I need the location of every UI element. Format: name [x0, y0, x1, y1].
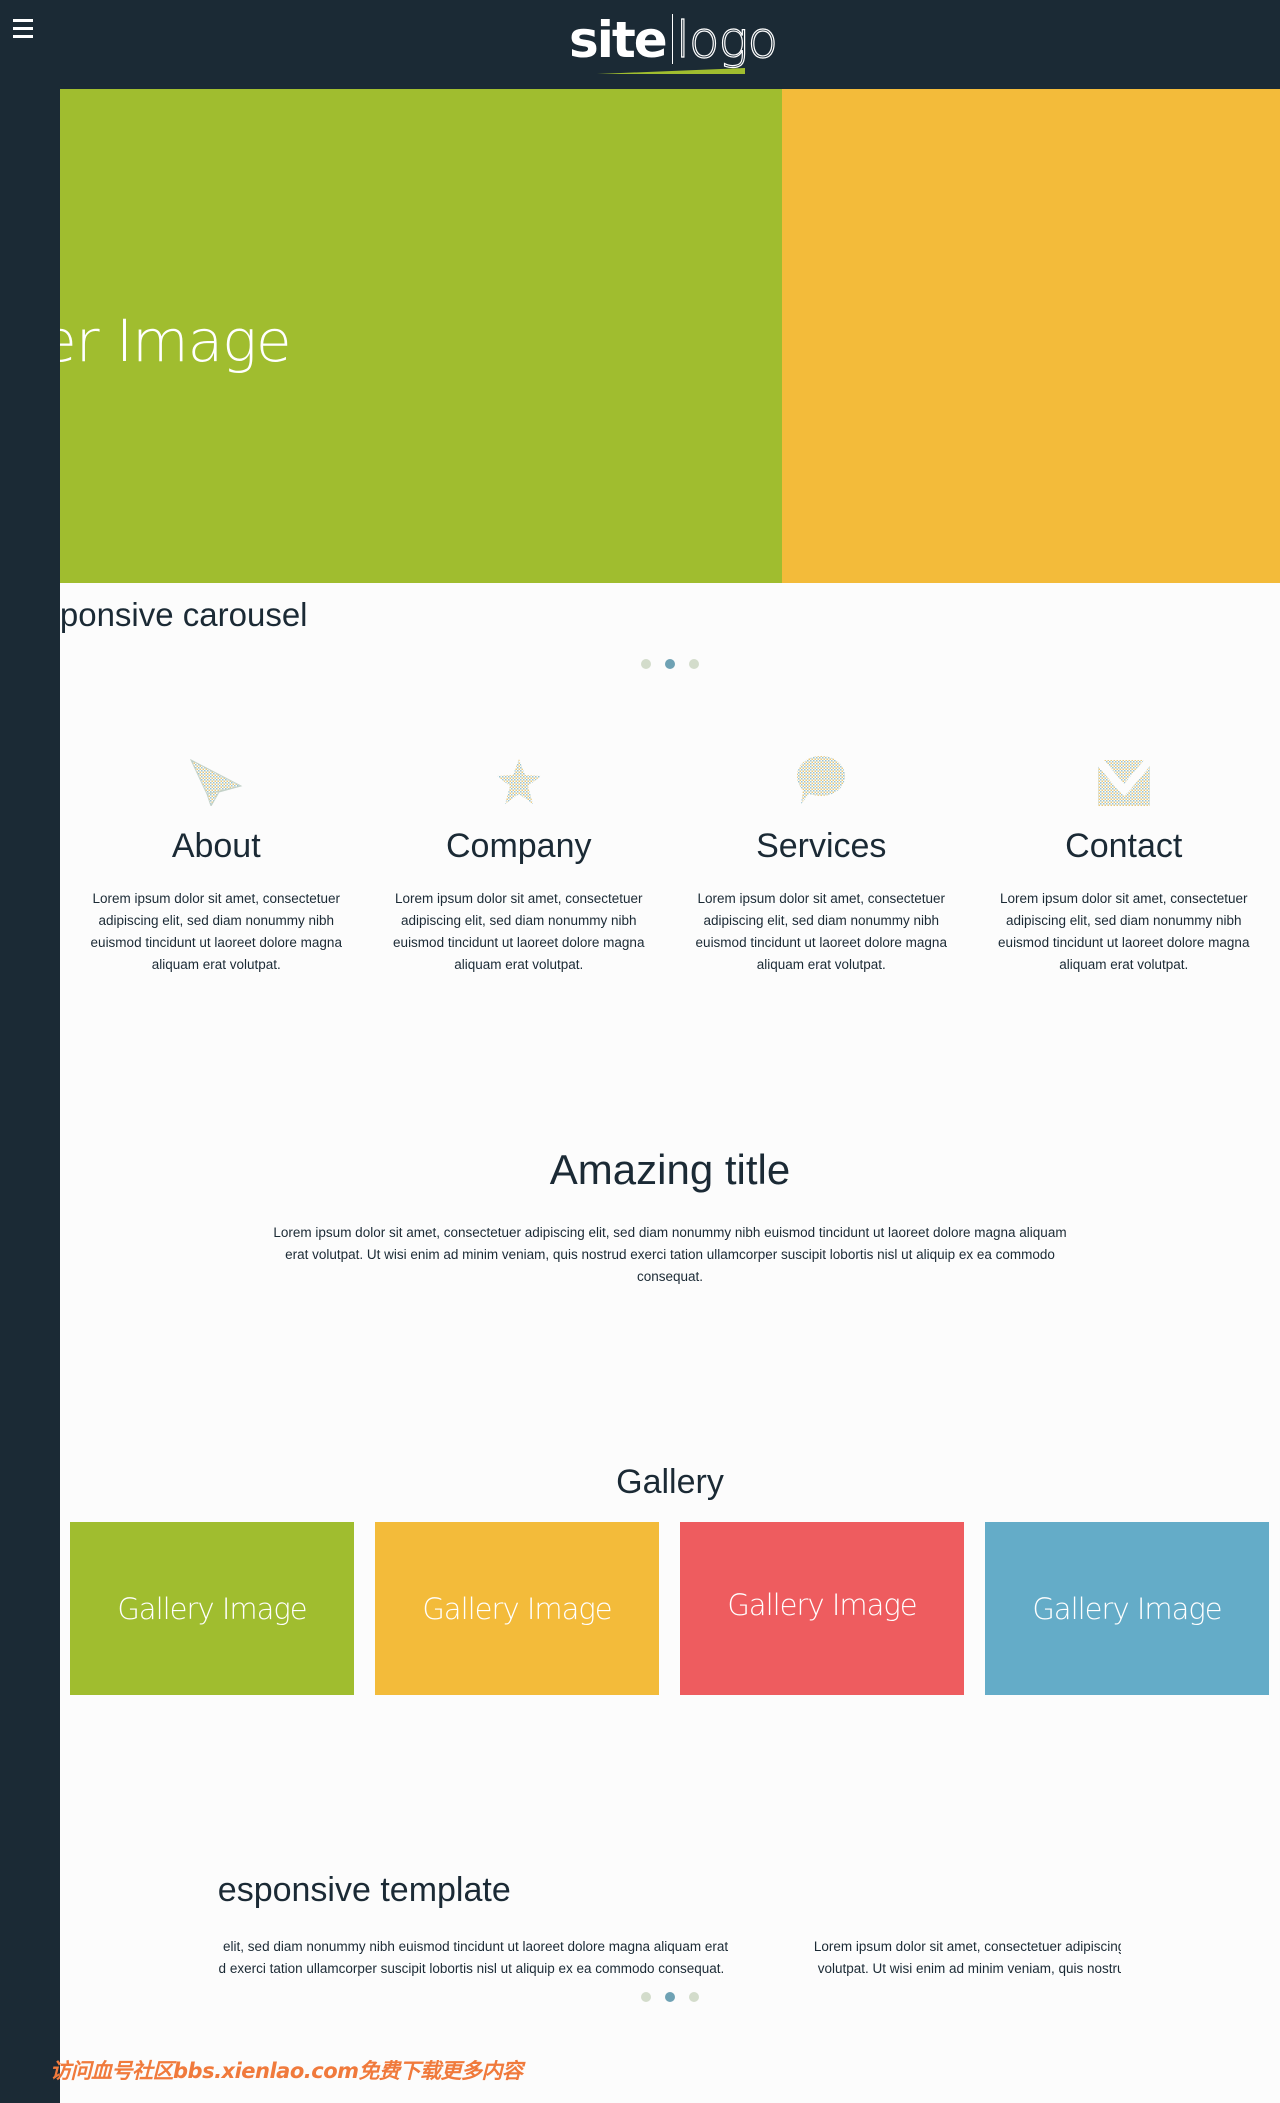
- logo-bold-text: site: [569, 11, 668, 69]
- testimonial-slide: Fully responsive template Lorem ipsum do…: [219, 1860, 771, 1980]
- testimonial-slide: Responsive Lorem ipsum dolor sit amet, c…: [771, 1860, 1121, 1980]
- feature-text: Lorem ipsum dolor sit amet, consectetuer…: [695, 891, 947, 972]
- gallery-grid: Gallery Image Gallery Image Gallery Imag…: [70, 1522, 1269, 1695]
- hero-slide: Header Image: [60, 89, 782, 583]
- hero-captions: Amazing responsive carousel Fully respon…: [60, 583, 1280, 653]
- hero-pagination: [641, 659, 699, 669]
- hero-track: Header Image Header Image: [60, 89, 1280, 583]
- feature-services: Services Lorem ipsum dolor sit amet, con…: [670, 750, 973, 976]
- watermark-text: 访问血号社区bbs.xienlao.com免费下载更多内容: [50, 2059, 523, 2083]
- feature-text: Lorem ipsum dolor sit amet, consectetuer…: [393, 891, 645, 972]
- carousel-dot[interactable]: [689, 1992, 699, 2002]
- sidebar: [0, 0, 60, 2103]
- feature-text: Lorem ipsum dolor sit amet, consectetuer…: [90, 891, 342, 972]
- intro-title: Amazing title: [549, 1146, 791, 1193]
- testimonial-title: Fully responsive template: [219, 1871, 511, 1909]
- hero-slide-title: Header Image: [782, 89, 1280, 583]
- gallery-item[interactable]: Gallery Image: [680, 1522, 964, 1695]
- feature-about: About Lorem ipsum dolor sit amet, consec…: [65, 750, 368, 976]
- hero-slide: Header Image: [782, 89, 1280, 583]
- hero-slide-title: Header Image: [60, 307, 292, 375]
- testimonial-text: Lorem ipsum dolor sit amet, consectetuer…: [813, 1939, 1121, 1976]
- gallery-item[interactable]: Gallery Image: [985, 1522, 1269, 1695]
- feature-title: Services: [756, 827, 887, 865]
- carousel-dot[interactable]: [689, 659, 699, 669]
- logo-swoosh: [597, 68, 745, 74]
- carousel-dot[interactable]: [641, 1992, 651, 2002]
- carousel-dot-active[interactable]: [665, 1992, 675, 2002]
- logo-light-text: logo: [675, 10, 778, 69]
- feature-title: Company: [445, 827, 592, 865]
- top-bar: site logo: [0, 0, 1280, 89]
- feature-title: About: [171, 827, 261, 865]
- star-icon: [368, 750, 671, 806]
- envelope-icon: [973, 750, 1276, 806]
- testimonial-pagination: [641, 1992, 699, 2002]
- testimonial-carousel[interactable]: Fully responsive template Lorem ipsum do…: [219, 1860, 1121, 2000]
- testimonial-text: Lorem ipsum dolor sit amet, consectetuer…: [219, 1939, 729, 1976]
- feature-title: Contact: [1065, 827, 1183, 865]
- gallery-item[interactable]: Gallery Image: [70, 1522, 354, 1695]
- paper-plane-icon: [65, 750, 368, 806]
- intro-text: Lorem ipsum dolor sit amet, consectetuer…: [273, 1225, 1067, 1284]
- gallery-title: Gallery: [616, 1463, 724, 1501]
- hamburger-menu-icon[interactable]: [13, 19, 33, 41]
- site-logo[interactable]: site logo: [569, 10, 779, 80]
- logo-divider: [672, 14, 673, 64]
- carousel-dot-active[interactable]: [665, 659, 675, 669]
- feature-text: Lorem ipsum dolor sit amet, consectetuer…: [998, 891, 1250, 972]
- testimonial-title: Responsive: [771, 1860, 1121, 1920]
- feature-company: Company Lorem ipsum dolor sit amet, cons…: [368, 750, 671, 976]
- hero-carousel[interactable]: Header Image Header Image: [60, 89, 1280, 583]
- hero-caption: Amazing responsive carousel: [60, 596, 308, 633]
- carousel-dot[interactable]: [641, 659, 651, 669]
- hero-caption: Fully responsive: [782, 583, 1280, 647]
- feature-contact: Contact Lorem ipsum dolor sit amet, cons…: [973, 750, 1276, 976]
- speech-bubble-icon: [670, 750, 973, 806]
- features-section: About Lorem ipsum dolor sit amet, consec…: [60, 750, 1280, 976]
- intro-section: Amazing title Lorem ipsum dolor sit amet…: [60, 1140, 1280, 1288]
- gallery-item[interactable]: Gallery Image: [375, 1522, 659, 1695]
